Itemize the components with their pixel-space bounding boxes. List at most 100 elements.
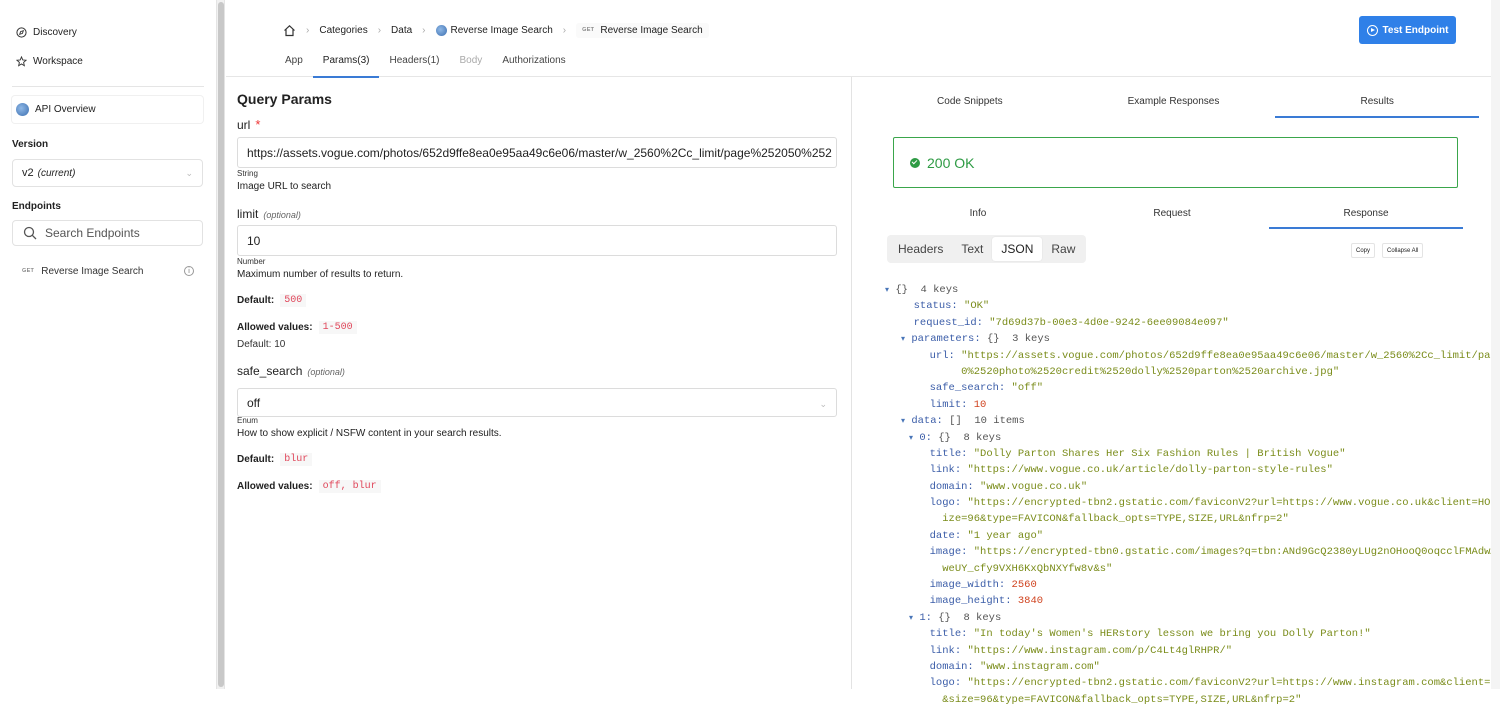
- json-line: weUY_cfy9VXH6KxQbNXYfw8v&s": [885, 561, 1475, 577]
- expand-toggle-icon[interactable]: ▾: [885, 286, 889, 295]
- version-value: v2: [22, 167, 34, 179]
- result-sub-tabs: Info Request Response: [881, 202, 1463, 229]
- info-icon[interactable]: i: [184, 266, 194, 276]
- chevron-right-icon: ›: [562, 24, 567, 36]
- api-overview-link[interactable]: API Overview: [12, 96, 203, 123]
- json-line: image_height: 3840: [885, 593, 1475, 609]
- endpoint-tabs: App Params(3) Headers(1) Body Authorizat…: [275, 48, 576, 78]
- panel-divider: [851, 77, 852, 689]
- tab-info[interactable]: Info: [881, 202, 1075, 229]
- allowed-value: off, blur: [318, 480, 381, 493]
- format-json[interactable]: JSON: [992, 237, 1043, 261]
- tab-app[interactable]: App: [275, 48, 313, 78]
- breadcrumb: › Categories › Data › Reverse Image Sear…: [283, 22, 709, 38]
- json-value: "1 year ago": [967, 529, 1044, 542]
- format-headers[interactable]: Headers: [889, 237, 952, 261]
- limit-allowed: Allowed values: 1-500: [237, 321, 357, 334]
- json-line: ▾ 0: {} 8 keys: [885, 430, 1475, 446]
- search-placeholder: Search Endpoints: [45, 226, 140, 240]
- json-value: "https://encrypted-tbn2.gstatic.com/favi…: [967, 497, 1500, 510]
- expand-toggle-icon[interactable]: ▾: [901, 417, 905, 426]
- version-select[interactable]: v2 (current) ⌄: [12, 159, 203, 187]
- tab-request[interactable]: Request: [1075, 202, 1269, 229]
- chevron-right-icon: ›: [306, 24, 310, 36]
- json-key: image:: [929, 546, 968, 559]
- json-line: link: "https://www.instagram.com/p/C4Lt4…: [885, 643, 1475, 659]
- json-key: data:: [911, 415, 943, 428]
- tab-results[interactable]: Results: [1275, 90, 1480, 118]
- param-limit-type: Number: [237, 257, 266, 266]
- status-box: 200 OK: [893, 137, 1458, 188]
- json-value: "Dolly Parton Shares Her Six Fashion Rul…: [973, 447, 1346, 460]
- json-key: title:: [929, 447, 968, 460]
- json-key: link:: [929, 644, 962, 657]
- tab-response[interactable]: Response: [1269, 202, 1463, 229]
- default-label: Default:: [237, 295, 275, 306]
- tab-code-snippets[interactable]: Code Snippets: [868, 90, 1072, 118]
- copy-button[interactable]: Copy: [1351, 243, 1376, 258]
- nav-discovery[interactable]: Discovery: [16, 27, 77, 38]
- json-line: ▾ 1: {} 8 keys: [885, 610, 1475, 626]
- optional-tag: (optional): [263, 210, 301, 220]
- json-line: url: "https://assets.vogue.com/photos/65…: [885, 348, 1500, 364]
- results-tabs: Code Snippets Example Responses Results: [868, 90, 1480, 118]
- version-note: (current): [37, 167, 76, 179]
- chevron-down-icon: ⌄: [819, 399, 827, 409]
- url-input[interactable]: https://assets.vogue.com/photos/652d9ffe…: [237, 137, 837, 168]
- endpoint-item[interactable]: GET Reverse Image Search i: [16, 262, 204, 280]
- test-endpoint-button[interactable]: Test Endpoint: [1359, 16, 1456, 44]
- json-line: title: "Dolly Parton Shares Her Six Fash…: [885, 446, 1475, 462]
- tab-headers[interactable]: Headers(1): [379, 48, 449, 78]
- json-value: 2560: [1011, 579, 1037, 592]
- scrollbar-thumb[interactable]: [218, 2, 224, 687]
- test-endpoint-label: Test Endpoint: [1382, 24, 1449, 36]
- limit-input[interactable]: 10: [237, 225, 837, 256]
- expand-toggle-icon[interactable]: ▾: [909, 434, 913, 443]
- param-limit-label: limit: [237, 207, 259, 221]
- tab-example-responses[interactable]: Example Responses: [1072, 90, 1276, 118]
- crumb-categories[interactable]: Categories: [319, 25, 367, 36]
- collapse-all-button[interactable]: Collapse All: [1382, 243, 1424, 258]
- json-value: "In today's Women's HERstory lesson we b…: [973, 628, 1371, 641]
- check-circle-icon: [910, 157, 920, 168]
- tab-params[interactable]: Params(3): [312, 48, 380, 78]
- limit-default-note: Default: 10: [237, 339, 286, 350]
- crumb-data[interactable]: Data: [391, 25, 412, 36]
- tab-authorizations[interactable]: Authorizations: [492, 48, 575, 78]
- format-text[interactable]: Text: [952, 237, 992, 261]
- json-line: status: "OK": [885, 298, 1475, 314]
- json-value: weUY_cfy9VXH6KxQbNXYfw8v&s": [942, 562, 1113, 575]
- json-line: ▾ {} 4 keys: [885, 282, 1475, 298]
- json-value: {} 8 keys: [938, 611, 1002, 624]
- endpoint-name: Reverse Image Search: [41, 265, 144, 277]
- json-line: ize=96&type=FAVICON&fallback_opts=TYPE,S…: [885, 511, 1475, 527]
- home-icon[interactable]: [283, 24, 296, 37]
- json-value: ize=96&type=FAVICON&fallback_opts=TYPE,S…: [942, 513, 1289, 526]
- search-icon: [23, 226, 37, 240]
- crumb-api[interactable]: Reverse Image Search: [435, 24, 553, 36]
- endpoints-label: Endpoints: [12, 201, 61, 212]
- param-safe-search-desc: How to show explicit / NSFW content in y…: [237, 428, 502, 439]
- results-scrollbar[interactable]: [1491, 0, 1500, 689]
- status-text: 200 OK: [927, 154, 975, 171]
- nav-workspace[interactable]: Workspace: [16, 56, 83, 67]
- expand-toggle-icon[interactable]: ▾: [901, 335, 905, 344]
- param-limit-desc: Maximum number of results to return.: [237, 269, 404, 280]
- safe-search-select[interactable]: off ⌄: [237, 388, 837, 417]
- top-bar: › Categories › Data › Reverse Image Sear…: [226, 0, 1500, 78]
- format-raw[interactable]: Raw: [1042, 237, 1084, 261]
- nav-workspace-label: Workspace: [33, 56, 83, 67]
- safe-search-allowed: Allowed values: off, blur: [237, 480, 381, 493]
- sidebar-scrollbar[interactable]: [216, 0, 225, 689]
- required-marker: *: [255, 117, 261, 132]
- expand-toggle-icon[interactable]: ▾: [909, 614, 913, 623]
- json-line: image: "https://encrypted-tbn0.gstatic.c…: [885, 544, 1500, 560]
- api-overview-label: API Overview: [35, 104, 96, 115]
- json-value: 0%2520photo%2520credit%2520dolly%2520par…: [961, 365, 1340, 378]
- json-value: "https://encrypted-tbn0.gstatic.com/imag…: [973, 546, 1500, 559]
- search-endpoints-input[interactable]: Search Endpoints: [12, 220, 203, 246]
- query-params-title: Query Params: [237, 91, 332, 107]
- json-value: "https://www.instagram.com/p/C4Lt4glRHPR…: [967, 644, 1233, 657]
- json-line: 0%2520photo%2520credit%2520dolly%2520par…: [885, 364, 1475, 380]
- json-key: title:: [929, 628, 968, 641]
